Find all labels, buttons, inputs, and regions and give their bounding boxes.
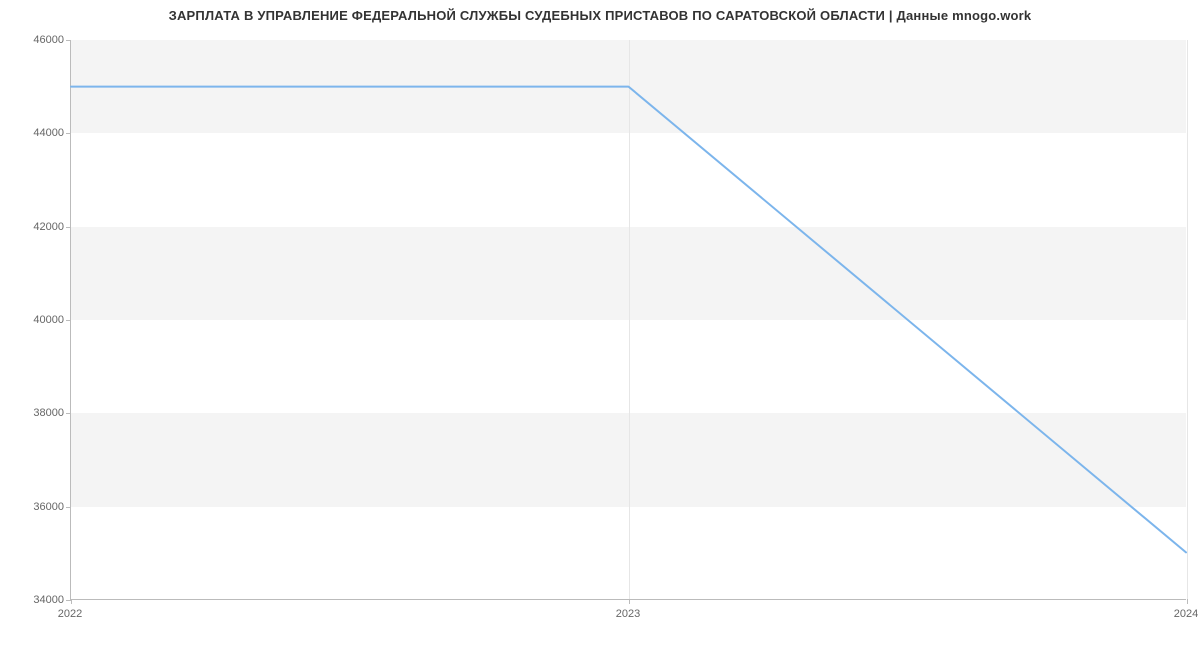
x-gridline	[1187, 40, 1188, 599]
line-series	[71, 40, 1186, 599]
y-tick-mark	[66, 507, 71, 508]
y-tick-label: 44000	[4, 127, 64, 139]
chart-title: ЗАРПЛАТА В УПРАВЛЕНИЕ ФЕДЕРАЛЬНОЙ СЛУЖБЫ…	[0, 8, 1200, 23]
y-tick-label: 42000	[4, 221, 64, 233]
x-tick-label: 2022	[58, 608, 82, 620]
x-tick-mark	[629, 599, 630, 604]
y-tick-label: 36000	[4, 501, 64, 513]
y-tick-mark	[66, 227, 71, 228]
y-tick-mark	[66, 320, 71, 321]
y-tick-mark	[66, 133, 71, 134]
chart-container: ЗАРПЛАТА В УПРАВЛЕНИЕ ФЕДЕРАЛЬНОЙ СЛУЖБЫ…	[0, 0, 1200, 650]
y-tick-mark	[66, 413, 71, 414]
x-tick-label: 2024	[1174, 608, 1198, 620]
series-polyline	[71, 87, 1186, 553]
plot-area	[70, 40, 1186, 600]
y-tick-label: 46000	[4, 34, 64, 46]
x-tick-mark	[1187, 599, 1188, 604]
y-tick-label: 40000	[4, 314, 64, 326]
x-tick-mark	[71, 599, 72, 604]
y-tick-label: 38000	[4, 407, 64, 419]
y-tick-label: 34000	[4, 594, 64, 606]
x-tick-label: 2023	[616, 608, 640, 620]
y-tick-mark	[66, 40, 71, 41]
